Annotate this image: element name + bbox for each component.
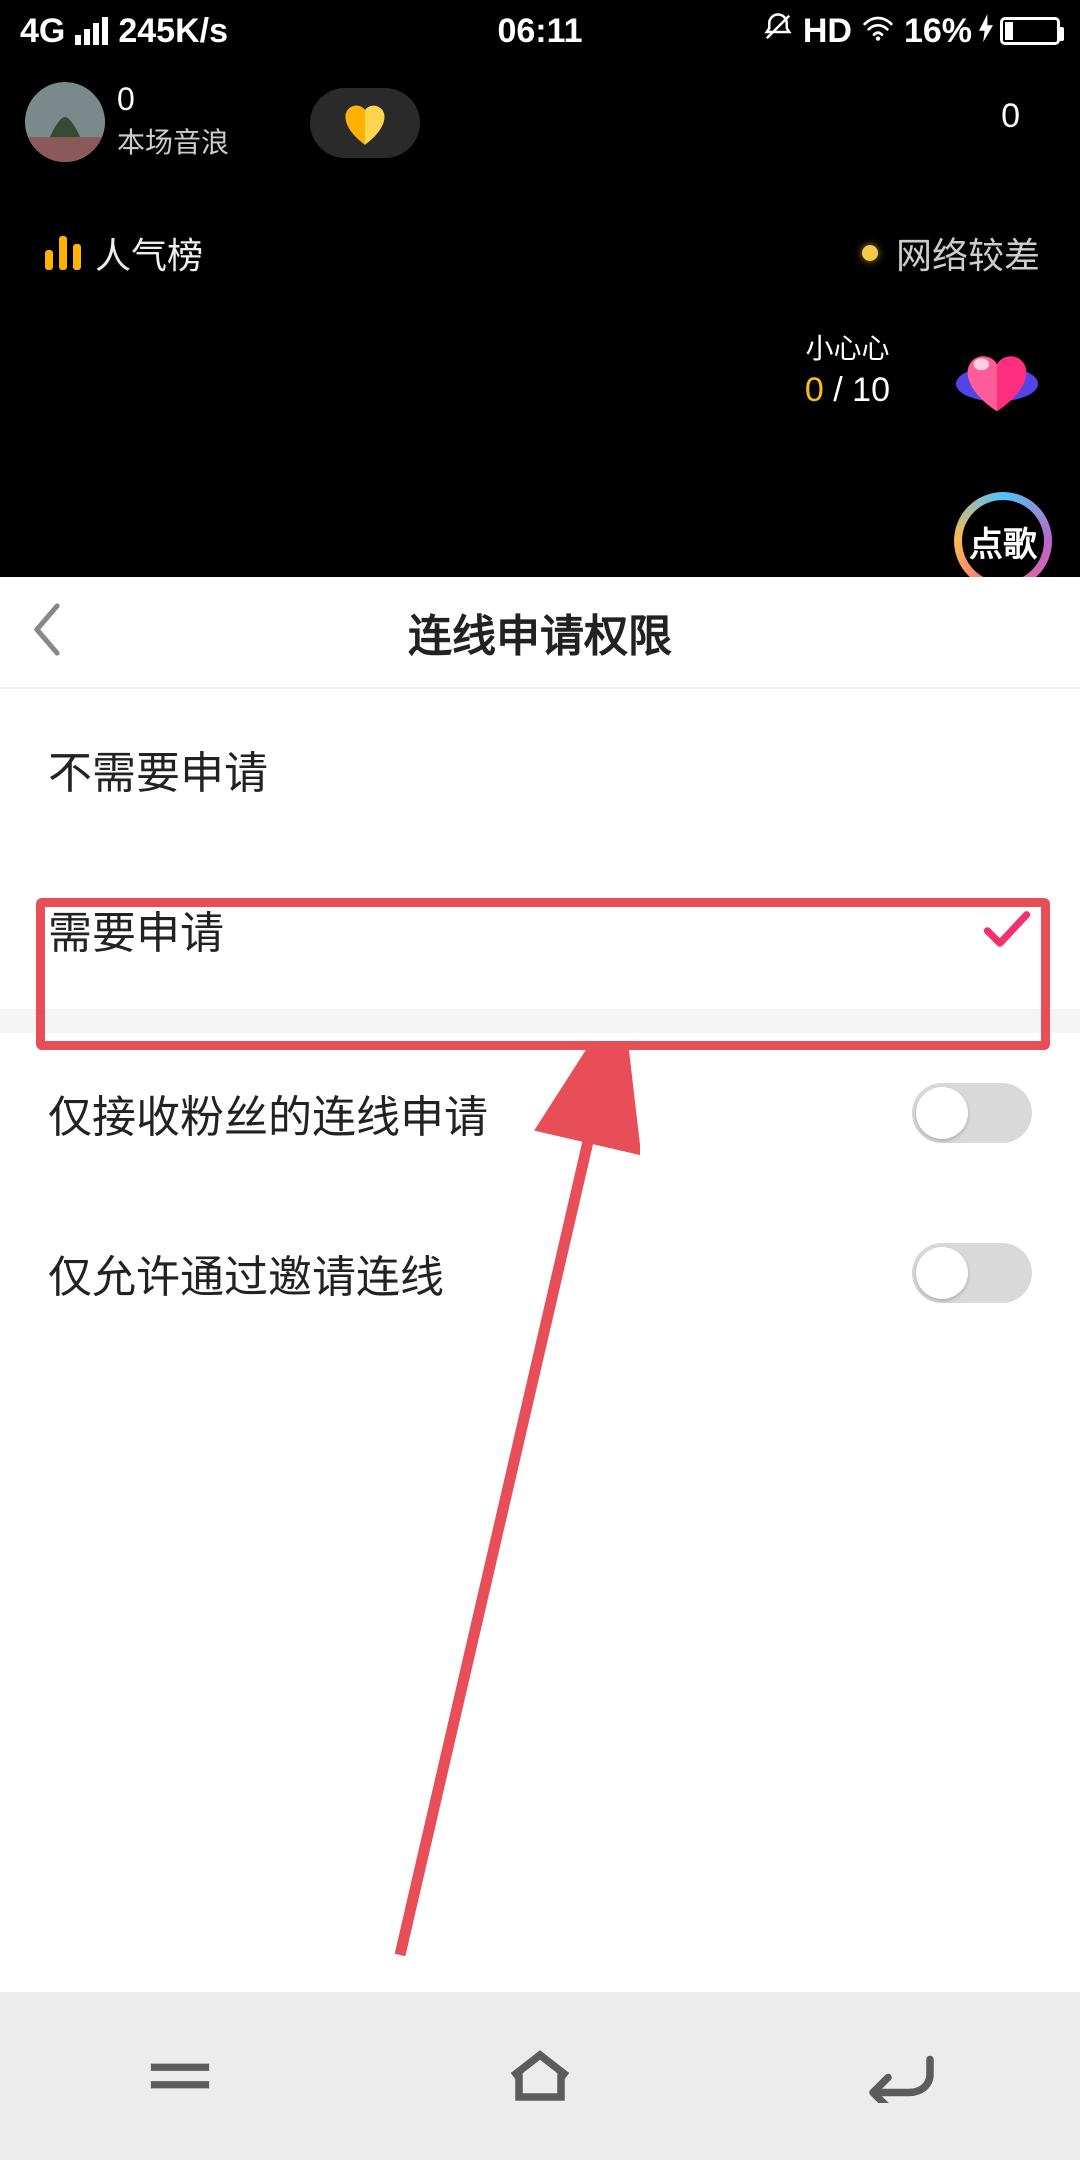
nav-home-button[interactable] (360, 1992, 720, 2160)
score-value: 0 (117, 83, 229, 115)
heart-icon (339, 99, 391, 147)
status-bar: 4G 245K/s 06:11 HD 16% (0, 0, 1080, 62)
toggle-switch[interactable] (912, 1243, 1032, 1303)
menu-icon (145, 2051, 215, 2101)
option-label: 需要申请 (48, 897, 224, 961)
sheet-title: 连线申请权限 (408, 600, 672, 664)
back-icon (861, 2049, 939, 2103)
viewer-count[interactable]: 0 (1001, 97, 1020, 136)
mini-heart-counter[interactable]: 小心心 0 / 10 (805, 327, 890, 410)
mini-heart-count: 0 / 10 (805, 371, 890, 410)
host-info-row[interactable]: 0 本场音浪 (25, 82, 229, 162)
popularity-rank-button[interactable]: 人气榜 (45, 227, 203, 279)
battery-icon (1000, 17, 1060, 45)
status-time: 06:11 (497, 12, 582, 51)
chevron-left-icon (30, 603, 64, 657)
charging-icon (978, 12, 994, 51)
network-speed: 245K/s (118, 12, 228, 51)
option-need-apply[interactable]: 需要申请 (0, 849, 1080, 1009)
divider (0, 1009, 1080, 1033)
request-song-label: 点歌 (962, 500, 1044, 582)
bars-icon (45, 236, 81, 270)
request-song-button[interactable]: 点歌 (954, 492, 1052, 590)
network-status-text: 网络较差 (896, 227, 1040, 279)
toggle-switch[interactable] (912, 1083, 1032, 1143)
toggle-fans-only[interactable]: 仅接收粉丝的连线申请 (0, 1033, 1080, 1193)
live-area: 0 本场音浪 0 人气榜 网络较差 小心心 0 / 10 (0, 62, 1080, 577)
status-dot-icon (862, 245, 878, 261)
score-label: 本场音浪 (117, 121, 229, 161)
status-left: 4G 245K/s (20, 12, 228, 51)
toggle-label: 仅接收粉丝的连线申请 (48, 1081, 488, 1145)
status-right: HD 16% (763, 12, 1060, 51)
permission-sheet: 连线申请权限 不需要申请 需要申请 仅接收粉丝的连线申请 仅允许通过邀请连线 (0, 577, 1080, 1992)
mute-icon (763, 12, 793, 51)
signal-icon (75, 17, 108, 45)
wifi-icon (862, 12, 894, 51)
toggle-label: 仅允许通过邀请连线 (48, 1241, 444, 1305)
hd-label: HD (803, 12, 852, 51)
system-navbar (0, 1992, 1080, 2160)
host-score-block: 0 本场音浪 (117, 83, 229, 161)
avatar[interactable] (25, 82, 105, 162)
option-no-apply[interactable]: 不需要申请 (0, 689, 1080, 849)
battery-percent: 16% (904, 12, 972, 51)
option-label: 不需要申请 (48, 737, 268, 801)
gift-heart-button[interactable] (310, 88, 420, 158)
network-status: 网络较差 (862, 227, 1040, 279)
toggle-invite-only[interactable]: 仅允许通过邀请连线 (0, 1193, 1080, 1353)
sheet-header: 连线申请权限 (0, 577, 1080, 689)
network-type: 4G (20, 12, 65, 51)
back-button[interactable] (30, 603, 64, 662)
pink-heart-icon[interactable] (954, 340, 1040, 421)
home-icon (504, 2046, 576, 2106)
popularity-label: 人气榜 (95, 227, 203, 279)
nav-recents-button[interactable] (0, 1992, 360, 2160)
check-icon (982, 909, 1032, 949)
nav-back-button[interactable] (720, 1992, 1080, 2160)
mini-heart-title: 小心心 (805, 327, 890, 367)
